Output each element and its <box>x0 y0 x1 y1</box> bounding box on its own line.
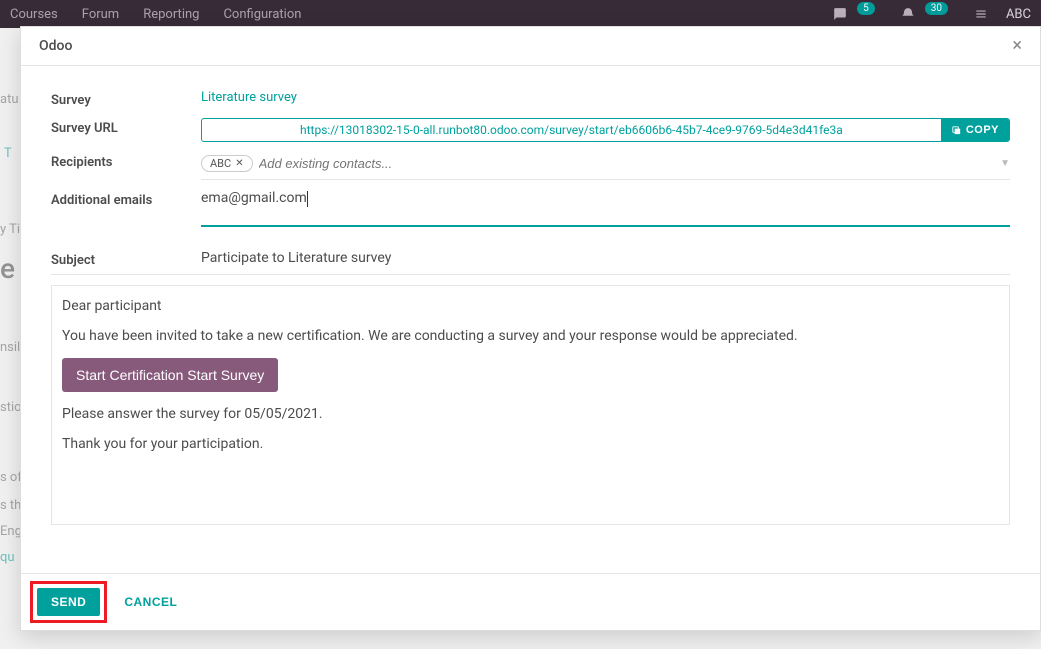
share-survey-modal: Odoo × Survey Literature survey Survey U… <box>20 26 1041 631</box>
body-greeting: Dear participant <box>62 298 999 314</box>
body-line2: Please answer the survey for 05/05/2021. <box>62 406 999 422</box>
copy-url-button[interactable]: COPY <box>941 119 1009 141</box>
recipients-input[interactable] <box>253 152 553 175</box>
row-additional-emails: Additional emails ema@gmail.com <box>51 190 1010 240</box>
additional-emails-field[interactable]: ema@gmail.com <box>201 190 1010 227</box>
cancel-button[interactable]: CANCEL <box>120 588 181 616</box>
copy-label: COPY <box>966 124 999 136</box>
survey-url-box: https://13018302-15-0-all.runbot80.odoo.… <box>201 118 1010 142</box>
modal-footer: SEND CANCEL <box>21 573 1040 630</box>
recipient-chip-label: ABC <box>210 157 231 170</box>
modal-header: Odoo × <box>21 27 1040 66</box>
label-survey: Survey <box>51 90 201 108</box>
chevron-down-icon[interactable]: ▼ <box>1000 158 1010 169</box>
send-button[interactable]: SEND <box>37 588 100 616</box>
remove-recipient-icon[interactable]: ✕ <box>235 158 243 169</box>
row-survey-url: Survey URL https://13018302-15-0-all.run… <box>51 118 1010 142</box>
text-cursor <box>307 191 308 207</box>
additional-emails-value: ema@gmail.com <box>201 190 307 206</box>
recipient-chip[interactable]: ABC ✕ <box>201 155 253 172</box>
row-subject: Subject <box>51 250 1010 275</box>
survey-link[interactable]: Literature survey <box>201 90 297 105</box>
close-icon[interactable]: × <box>1012 37 1022 55</box>
survey-url-text: https://13018302-15-0-all.runbot80.odoo.… <box>202 119 941 141</box>
label-survey-url: Survey URL <box>51 118 201 136</box>
label-recipients: Recipients <box>51 152 201 170</box>
copy-icon <box>951 125 962 136</box>
recipients-field[interactable]: ABC ✕ ▼ <box>201 152 1010 180</box>
modal-title: Odoo <box>39 38 72 54</box>
body-thanks: Thank you for your participation. <box>62 436 999 452</box>
label-subject: Subject <box>51 250 201 268</box>
modal-body: Survey Literature survey Survey URL http… <box>21 66 1040 573</box>
row-recipients: Recipients ABC ✕ ▼ <box>51 152 1010 180</box>
label-additional-emails: Additional emails <box>51 190 201 208</box>
email-body-editor[interactable]: Dear participant You have been invited t… <box>51 285 1010 525</box>
send-button-highlight: SEND <box>35 586 102 618</box>
start-certification-button[interactable]: Start Certification Start Survey <box>62 358 278 392</box>
body-line1: You have been invited to take a new cert… <box>62 328 999 344</box>
subject-input[interactable] <box>201 250 1010 266</box>
row-survey: Survey Literature survey <box>51 90 1010 108</box>
